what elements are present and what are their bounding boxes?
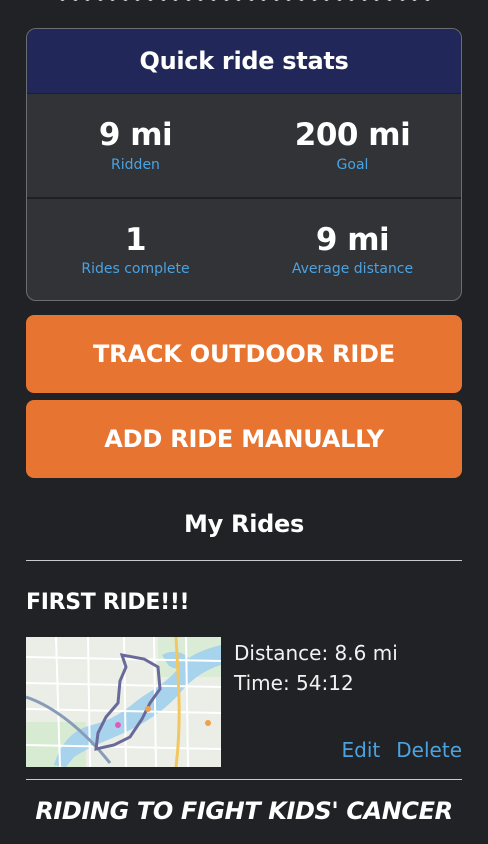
stats-title: Quick ride stats [27, 29, 461, 93]
rides-complete-label: Rides complete [81, 261, 190, 278]
stat-average-distance: 9 mi Average distance [244, 199, 461, 300]
stat-ridden: 9 mi Ridden [27, 94, 244, 197]
section-divider [26, 560, 462, 561]
add-ride-manually-button[interactable]: ADD RIDE MANUALLY [26, 400, 462, 478]
stats-row-2: 1 Rides complete 9 mi Average distance [27, 197, 461, 300]
quick-ride-stats-card: Quick ride stats 9 mi Ridden 200 mi Goal… [26, 28, 462, 301]
stat-rides-complete: 1 Rides complete [27, 199, 244, 300]
ride-title: FIRST RIDE!!! [26, 590, 190, 615]
tagline: RIDING TO FIGHT KIDS' CANCER [35, 797, 453, 825]
ride-route-map[interactable] [26, 637, 221, 767]
route-map-graphic [26, 637, 221, 767]
average-distance-value: 9 mi [315, 221, 390, 258]
my-rides-heading: My Rides [184, 510, 304, 538]
ride-time: Time: 54:12 [234, 671, 354, 695]
average-distance-label: Average distance [291, 261, 414, 278]
ride-info: Distance: 8.6 mi Time: 54:12 [234, 638, 398, 698]
ridden-label: Ridden [111, 156, 160, 173]
track-outdoor-ride-button[interactable]: TRACK OUTDOOR RIDE [26, 315, 462, 393]
ridden-value: 9 mi [98, 117, 173, 154]
goal-value: 200 mi [294, 117, 411, 154]
ride-divider [26, 779, 462, 780]
ride-actions: Edit Delete [342, 738, 462, 762]
top-dot-divider [60, 0, 430, 4]
delete-ride-link[interactable]: Delete [396, 738, 462, 762]
edit-ride-link[interactable]: Edit [342, 738, 381, 762]
rides-complete-value: 1 [124, 221, 147, 258]
ride-distance: Distance: 8.6 mi [234, 641, 398, 665]
stat-goal: 200 mi Goal [244, 94, 461, 197]
stats-row-1: 9 mi Ridden 200 mi Goal [27, 93, 461, 197]
goal-label: Goal [336, 156, 369, 173]
